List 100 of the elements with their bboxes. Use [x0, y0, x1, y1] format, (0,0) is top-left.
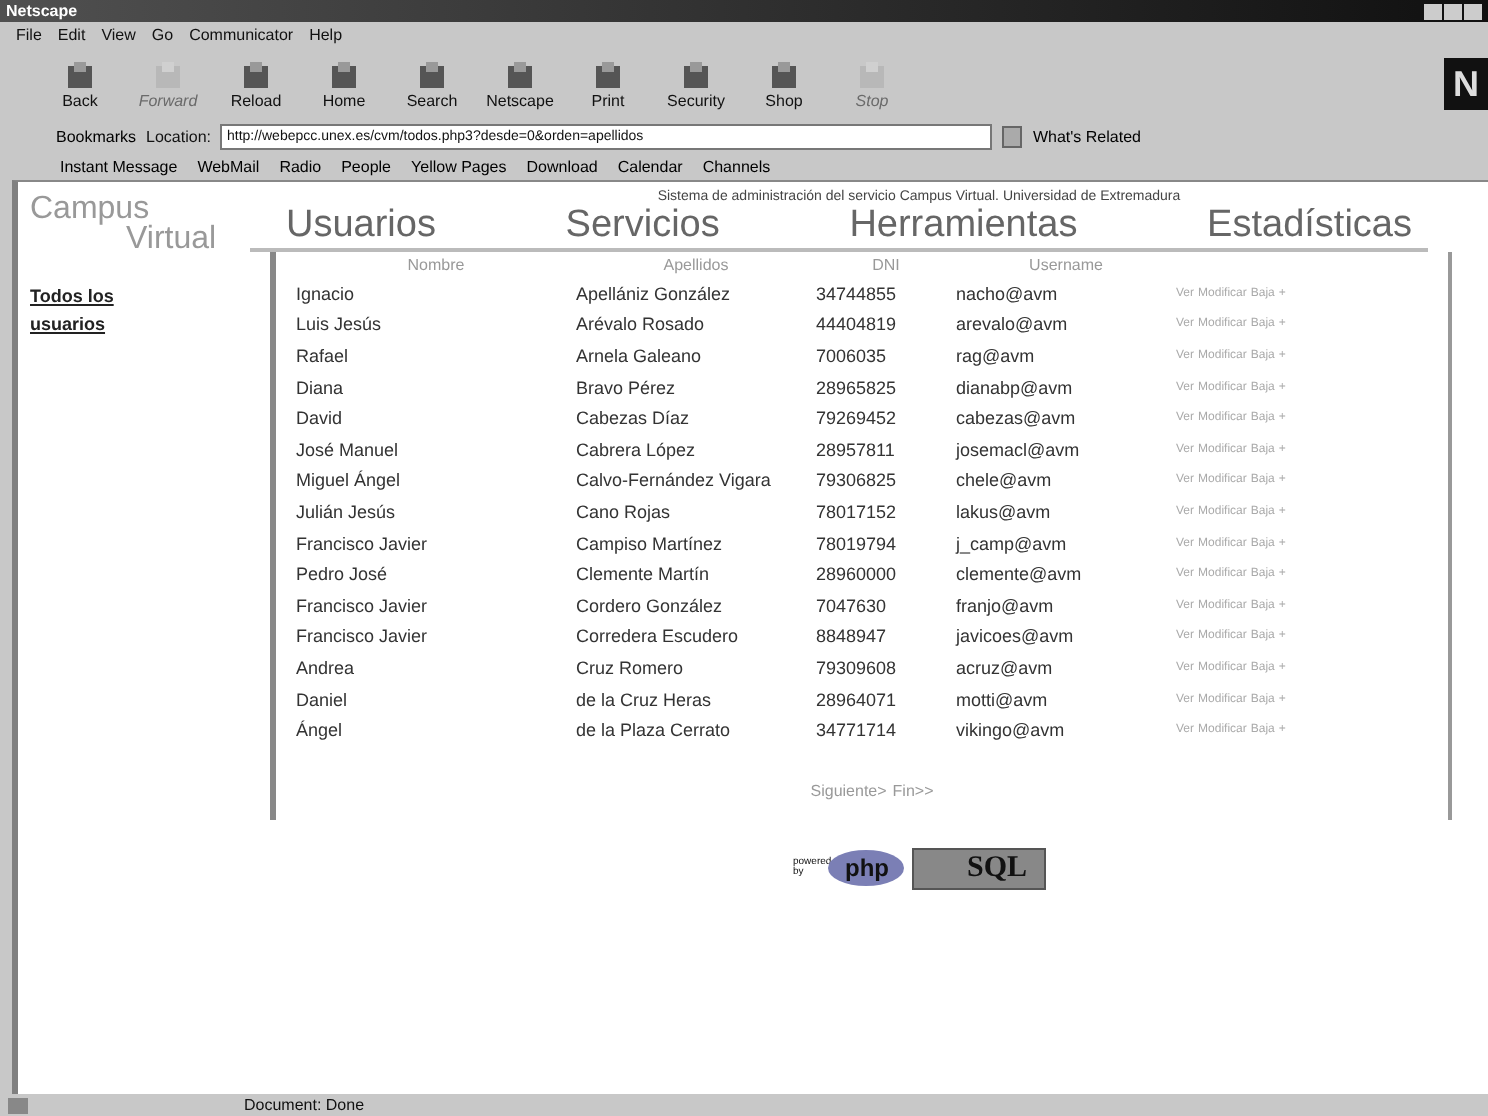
toolbar-icon: [854, 59, 890, 91]
menu-item[interactable]: Edit: [57, 26, 86, 44]
toolbar-icon: [590, 59, 626, 91]
table-cell: vikingo@avm: [956, 714, 1176, 746]
table-cell: Francisco Javier: [296, 621, 576, 653]
pager-link[interactable]: Fin>>: [892, 781, 934, 800]
browser-logo: N: [1444, 58, 1488, 110]
table-cell: Arnela Galeano: [576, 340, 816, 372]
php-badge[interactable]: php: [828, 850, 905, 887]
table-cell: Rafael: [296, 340, 576, 372]
table-cell: Miguel Ángel: [296, 465, 576, 497]
table-cell: de la Cruz Heras: [576, 683, 816, 715]
nav-link[interactable]: Estadísticas: [1207, 204, 1412, 248]
personal-toolbar-button[interactable]: Radio: [279, 157, 322, 175]
table-cell: Luis Jesús: [296, 309, 576, 341]
table-cell: nacho@avm: [956, 278, 1176, 310]
table-cell: j_camp@avm: [956, 527, 1176, 559]
table-cell: 79306825: [816, 465, 956, 497]
related-button[interactable]: What's Related: [1032, 127, 1141, 145]
table-cell: de la Plaza Cerrato: [576, 714, 816, 746]
table-cell: 28965825: [816, 371, 956, 403]
personal-toolbar-button[interactable]: Download: [526, 157, 598, 175]
toolbar-button[interactable]: Shop: [744, 59, 824, 109]
toolbar-button[interactable]: Print: [568, 59, 648, 109]
table-cell: José Manuel: [296, 433, 576, 466]
table-cell-text: 78017152: [816, 499, 899, 526]
column-header: DNI: [870, 254, 902, 278]
pager-link[interactable]: Siguiente>: [810, 781, 887, 800]
toolbar-button[interactable]: Security: [656, 59, 736, 109]
table-cell: dianabp@avm: [956, 371, 1176, 403]
table-cell: Calvo-Fernández Vigara: [576, 465, 816, 497]
table-cell: Corredera Escudero: [576, 621, 816, 653]
table-cell: Cabezas Díaz: [576, 402, 816, 434]
personal-toolbar-button[interactable]: Channels: [702, 157, 771, 175]
table-cell: 28957811: [816, 433, 956, 466]
table-cell: acruz@avm: [956, 652, 1176, 684]
close-button[interactable]: [1464, 3, 1482, 19]
table-cell: chele@avm: [956, 465, 1176, 497]
table-cell: javicoes@avm: [956, 621, 1176, 653]
table-cell: Ignacio: [296, 278, 576, 310]
toolbar-button[interactable]: Back: [40, 59, 120, 109]
toolbar-icon: [502, 59, 538, 91]
menu-item[interactable]: Help: [309, 26, 343, 44]
table-cell: Campiso Martínez: [576, 527, 816, 559]
bookmarks-button[interactable]: Bookmarks: [56, 127, 137, 145]
table-cell: 7047630: [816, 589, 956, 622]
nav-link[interactable]: Herramientas: [849, 204, 1078, 248]
personal-toolbar-button[interactable]: Instant Message: [60, 157, 178, 175]
toolbar-icon: [150, 59, 186, 91]
table-cell: Cabrera López: [576, 433, 816, 466]
table-cell-text: 28964071: [816, 687, 899, 714]
menu-item[interactable]: View: [101, 26, 136, 44]
table-cell: 8848947: [816, 621, 956, 653]
personal-toolbar-button[interactable]: Yellow Pages: [411, 157, 507, 175]
personal-toolbar-button[interactable]: People: [341, 157, 392, 175]
table-cell: 79309608: [816, 652, 956, 684]
table-cell: Bravo Pérez: [576, 371, 816, 403]
personal-toolbar-button[interactable]: Calendar: [617, 157, 683, 175]
maximize-button[interactable]: [1444, 3, 1462, 19]
toolbar-icon: [414, 59, 450, 91]
table-cell: Cruz Romero: [576, 652, 816, 684]
table-cell: 44404819: [816, 309, 956, 341]
mysql-badge[interactable]: SQL: [912, 847, 1045, 890]
table-cell-text: Diana: [296, 375, 346, 402]
toolbar-icon: [62, 59, 98, 91]
toolbar-button[interactable]: Reload: [216, 59, 296, 109]
table-cell: 79269452: [816, 402, 956, 434]
nav-link[interactable]: Usuarios: [286, 204, 436, 248]
table-cell: 78019794: [816, 527, 956, 559]
toolbar-button[interactable]: Search: [392, 59, 472, 109]
toolbar-icon: [238, 59, 274, 91]
menu-item[interactable]: File: [16, 26, 42, 44]
location-label: Location:: [146, 127, 211, 145]
table-cell: Julián Jesús: [296, 496, 576, 528]
nav-link[interactable]: Servicios: [565, 204, 720, 248]
table-cell: Pedro José: [296, 558, 576, 590]
table-cell-text: 7006035: [816, 343, 889, 370]
table-cell: Apellániz González: [576, 278, 816, 310]
toolbar-button[interactable]: Netscape: [480, 59, 560, 109]
menu-item[interactable]: Go: [151, 26, 174, 44]
dropdown-button[interactable]: [1002, 125, 1023, 147]
toolbar-button[interactable]: Home: [304, 59, 384, 109]
personal-toolbar-button[interactable]: WebMail: [197, 157, 260, 175]
table-cell: Francisco Javier: [296, 589, 576, 622]
table-cell: Ángel: [296, 714, 576, 746]
table-cell: josemacl@avm: [956, 433, 1176, 466]
table-cell-text: 34744855: [816, 281, 899, 308]
table-cell: David: [296, 402, 576, 434]
toolbar-icon: [326, 59, 362, 91]
table-cell: 34771714: [816, 714, 956, 746]
table-cell: Cano Rojas: [576, 496, 816, 528]
minimize-button[interactable]: [1424, 3, 1442, 19]
menu-item[interactable]: Communicator: [189, 26, 294, 44]
table-cell: motti@avm: [956, 683, 1176, 715]
table-cell: rag@avm: [956, 340, 1176, 372]
sidebar-link[interactable]: Todos los usuarios: [30, 282, 130, 338]
table-cell: clemente@avm: [956, 558, 1176, 590]
toolbar-icon: [678, 59, 714, 91]
table-cell: lakus@avm: [956, 496, 1176, 528]
table-cell: Daniel: [296, 683, 576, 715]
